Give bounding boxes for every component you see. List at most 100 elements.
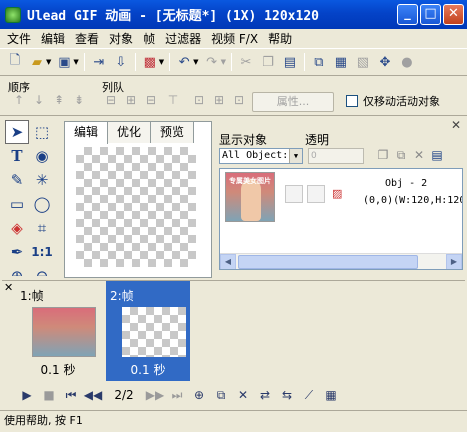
optimize-frames-icon[interactable]: ⟋ [298,388,320,403]
maximize-button[interactable]: □ [420,4,441,25]
bring-forward-icon[interactable]: ↑ [10,93,28,111]
scroll-right-icon[interactable]: ▶ [446,254,462,269]
crop-tool-icon[interactable]: ⌗ [30,216,54,240]
menu-file[interactable]: 文件 [2,30,36,47]
object-name: Obj - 2 [385,178,428,189]
first-frame-icon[interactable]: ⏮ [60,388,82,403]
frame-properties-icon[interactable]: ▧ [354,53,372,71]
frame-2[interactable]: 2:帧 0.1 秒 [106,281,190,381]
undo-icon[interactable]: ↶ [175,53,193,71]
object-properties-icon[interactable]: ▤ [428,148,446,164]
menu-filter[interactable]: 过滤器 [160,30,206,47]
menu-help[interactable]: 帮助 [263,30,297,47]
new-file-icon[interactable]: 🗋 [6,53,24,71]
rotate-tool-icon[interactable]: ◉ [30,144,54,168]
status-bar: 使用帮助, 按 F1 [0,410,467,432]
brush-tool-icon[interactable]: ✎ [5,168,29,192]
align-center-icon[interactable]: ⊞ [122,93,140,111]
eyedropper-icon[interactable]: ✒ [5,240,29,264]
align-bottom-icon[interactable]: ⊞ [210,93,228,111]
redo-icon[interactable]: ↷ [203,53,221,71]
zoom-tool-icon[interactable]: ⊕ [5,264,29,276]
bring-to-front-icon[interactable]: ⇞ [50,93,68,111]
last-frame-icon[interactable]: ⏭ [166,388,188,403]
move-active-only-checkbox[interactable] [346,95,358,107]
color-dropdown-icon[interactable]: ▼ [159,58,164,66]
properties-icon[interactable]: ▦ [332,53,350,71]
transparency-input[interactable]: 0 [308,148,364,164]
close-button[interactable]: ✕ [443,4,464,25]
distribute-icon[interactable]: ⊡ [230,93,248,111]
align-middle-icon[interactable]: ⊡ [190,93,208,111]
play-icon[interactable]: ▶ [16,388,38,402]
menu-object[interactable]: 对象 [104,30,138,47]
toolbar-separator [303,53,305,71]
align-right-icon[interactable]: ⊟ [142,93,160,111]
transform-icon[interactable]: ✥ [376,53,394,71]
object-visibility-toggle[interactable] [285,185,303,203]
scrollbar-thumb[interactable] [238,255,418,269]
paste-icon[interactable]: ▤ [281,53,299,71]
object-list-scrollbar[interactable]: ◀ ▶ [220,253,462,269]
save-icon[interactable]: ▣ [55,53,73,71]
frame-duration[interactable]: 0.1 秒 [16,361,100,378]
send-backward-icon[interactable]: ↓ [30,93,48,111]
align-left-icon[interactable]: ⊟ [102,93,120,111]
crop-icon[interactable]: ⧉ [310,53,328,71]
reverse-frames-icon[interactable]: ⇆ [276,388,298,402]
menu-view[interactable]: 查看 [70,30,104,47]
lasso-tool-icon[interactable]: ◯ [30,192,54,216]
previous-frame-icon[interactable]: ◀◀ [82,388,104,402]
copy-icon[interactable]: ❐ [259,53,277,71]
menu-frame[interactable]: 帧 [138,30,160,47]
frame-duration[interactable]: 0.1 秒 [106,361,190,378]
open-folder-icon[interactable]: ▰ [28,53,46,71]
panel-close-icon[interactable]: ✕ [451,118,461,132]
image-canvas[interactable] [76,147,196,267]
duplicate-frame-icon[interactable]: ⧉ [210,388,232,403]
delete-object-icon[interactable]: ✕ [410,148,428,164]
next-frame-icon[interactable]: ▶▶ [144,388,166,402]
menu-edit[interactable]: 编辑 [36,30,70,47]
menu-video-fx[interactable]: 视频 F/X [206,30,263,47]
delete-frame-icon[interactable]: ✕ [232,388,254,402]
marquee-tool-icon[interactable]: ⬚ [30,120,54,144]
object-filter-select[interactable]: All Object: ▼ [219,148,303,164]
object-list: 专属美女图片 ▨ Obj - 2 (0,0)(W:120,H:120 ◀ ▶ [219,168,463,270]
merge-object-icon[interactable]: ⧉ [392,148,410,164]
scroll-left-icon[interactable]: ◀ [220,254,236,269]
object-thumbnail[interactable]: 专属美女图片 [225,172,275,222]
tab-preview[interactable]: 预览 [150,121,195,143]
minimize-button[interactable]: _ [397,4,418,25]
redo-dropdown-icon[interactable]: ▼ [221,58,226,66]
eraser-tool-icon[interactable]: ▭ [5,192,29,216]
pointer-tool-icon[interactable]: ➤ [5,120,29,144]
stop-icon[interactable]: ■ [38,388,60,402]
frame-properties-icon[interactable]: ▦ [320,388,342,402]
undo-dropdown-icon[interactable]: ▼ [193,58,198,66]
frame-1[interactable]: 1:帧 0.1 秒 [16,281,100,381]
properties-button[interactable]: 属性... [252,92,334,112]
cut-icon[interactable]: ✂ [237,53,255,71]
fill-tool-icon[interactable]: ◈ [5,216,29,240]
object-lock-toggle[interactable] [307,185,325,203]
add-frame-icon[interactable]: ⊕ [188,388,210,402]
duplicate-object-icon[interactable]: ❐ [374,148,392,164]
align-top-icon[interactable]: ⊤ [164,93,182,111]
open-dropdown-icon[interactable]: ▼ [46,58,51,66]
frame-panel-close-icon[interactable]: ✕ [4,281,13,294]
add-frame-icon[interactable]: ⇩ [112,53,130,71]
color-picker-icon[interactable]: ▩ [141,53,159,71]
tab-edit[interactable]: 编辑 [64,121,109,144]
chevron-down-icon[interactable]: ▼ [289,149,302,163]
tween-icon[interactable]: ⇄ [254,388,276,402]
hand-tool-icon[interactable]: ⊖ [30,264,54,276]
actual-size-icon[interactable]: 1:1 [30,240,54,264]
send-to-back-icon[interactable]: ⇟ [70,93,88,111]
magic-wand-icon[interactable]: ✳ [30,168,54,192]
tab-optimize[interactable]: 优化 [107,121,152,143]
save-dropdown-icon[interactable]: ▼ [73,58,78,66]
more-icon[interactable]: ● [398,53,416,71]
text-tool-icon[interactable]: T [5,144,29,168]
add-image-icon[interactable]: ⇥ [90,53,108,71]
